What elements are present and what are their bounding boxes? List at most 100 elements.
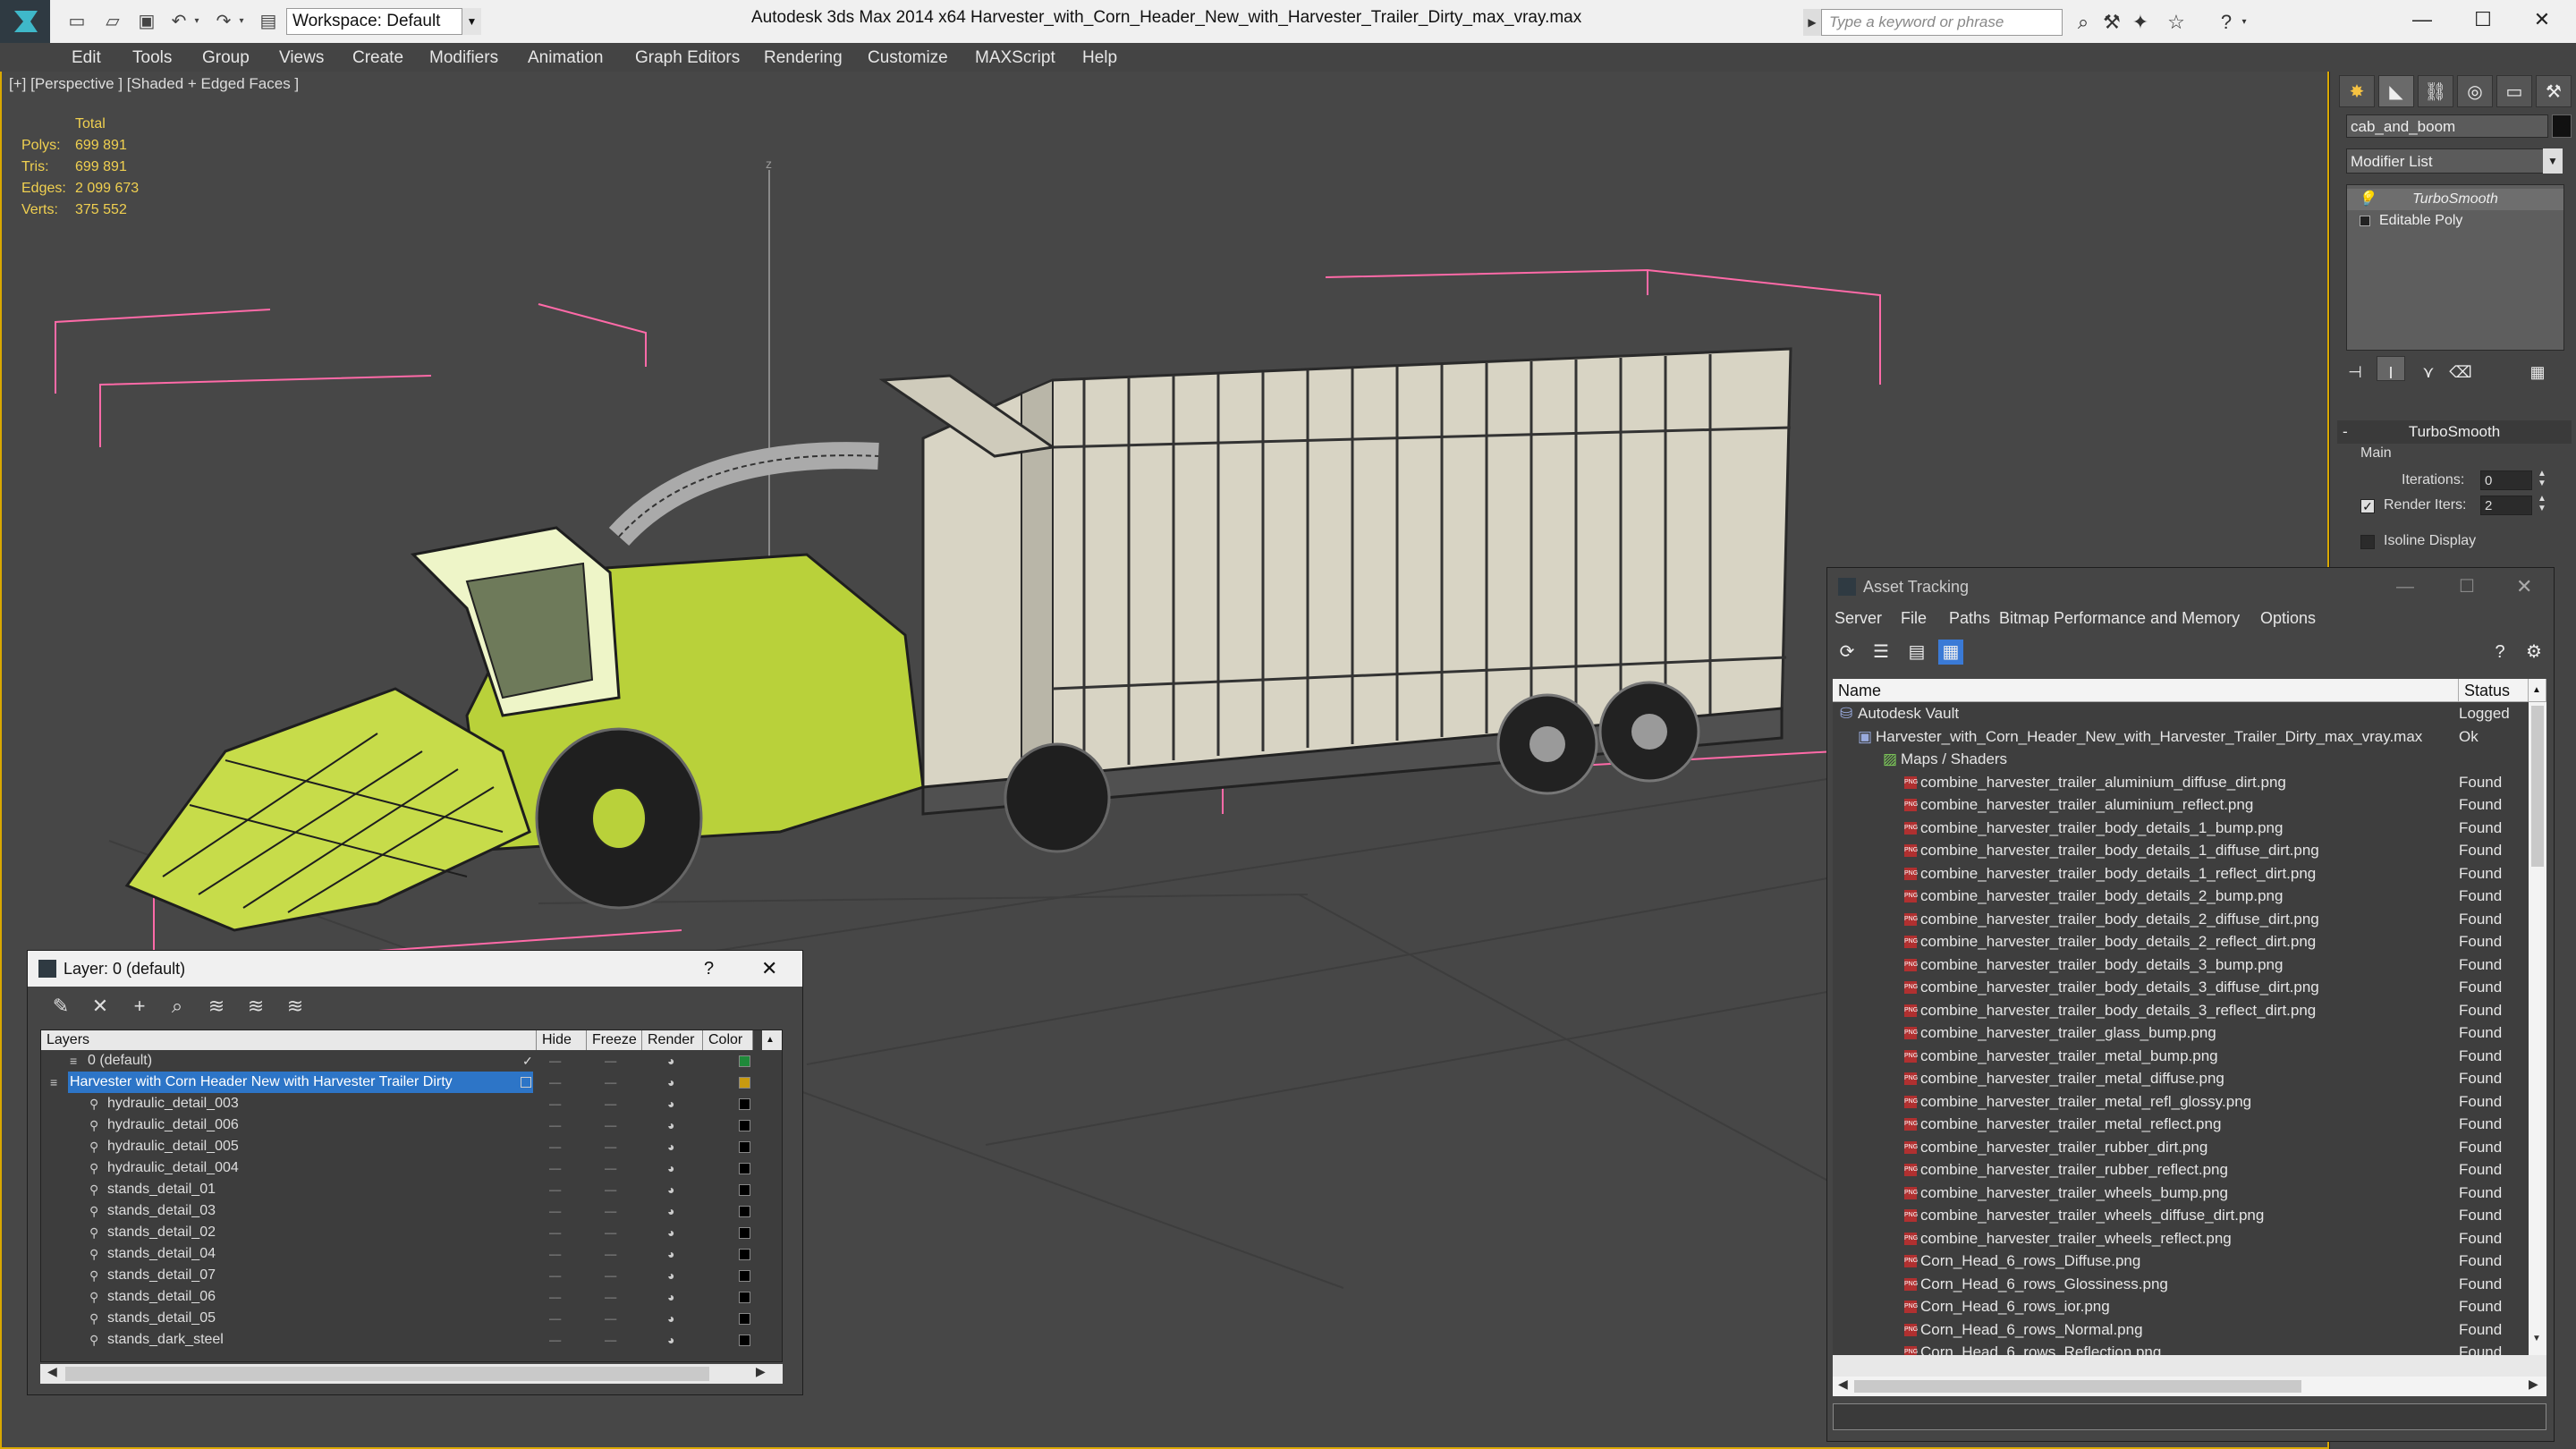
asset-row[interactable]: PNG combine_harvester_trailer_rubber_refl…: [1833, 1158, 2529, 1182]
favorites-star-icon[interactable]: ☆: [2165, 11, 2188, 34]
project-folder-icon[interactable]: ▤: [256, 9, 281, 34]
render-teapot-icon[interactable]: ◕: [667, 1157, 674, 1179]
render-teapot-icon[interactable]: ◕: [667, 1222, 674, 1243]
asset-menu-options[interactable]: Options: [2260, 609, 2316, 628]
search-input[interactable]: Type a keyword or phrase: [1821, 9, 2063, 36]
add-to-layer-icon[interactable]: +: [126, 994, 153, 1019]
app-menu-button[interactable]: [0, 0, 50, 43]
render-teapot-icon[interactable]: ◕: [667, 1136, 674, 1157]
undo-dropdown-icon[interactable]: ▾: [190, 9, 204, 34]
help-icon[interactable]: ?: [2487, 640, 2512, 665]
help-icon[interactable]: ?: [2215, 11, 2238, 34]
scroll-up-icon[interactable]: ▲: [2529, 679, 2546, 702]
asset-row[interactable]: PNG combine_harvester_trailer_rubber_dirt…: [1833, 1135, 2529, 1158]
spinner-arrows-icon[interactable]: ▲ ▼: [2538, 494, 2546, 513]
set-current-layer-icon[interactable]: [521, 1077, 531, 1088]
layer-color-swatch[interactable]: [739, 1270, 750, 1282]
chevron-right-icon[interactable]: ▶: [1803, 9, 1821, 36]
layer-name[interactable]: stands_detail_04: [107, 1243, 216, 1265]
render-teapot-icon[interactable]: ◕: [667, 1308, 674, 1329]
menu-tools[interactable]: Tools: [132, 48, 172, 68]
lightbulb-icon[interactable]: 💡: [2358, 189, 2376, 210]
asset-row[interactable]: PNG combine_harvester_trailer_body_detail…: [1833, 861, 2529, 885]
hide-toggle-icon[interactable]: ––: [549, 1286, 561, 1308]
layer-name[interactable]: 0 (default): [88, 1050, 152, 1072]
layer-name[interactable]: stands_detail_02: [107, 1222, 216, 1243]
layer-color-swatch[interactable]: [739, 1098, 750, 1110]
freeze-toggle-icon[interactable]: ––: [605, 1050, 616, 1072]
column-layers[interactable]: Layers: [41, 1030, 537, 1050]
table-view-icon[interactable]: ▦: [1938, 640, 1963, 665]
scroll-left-icon[interactable]: ◀: [1838, 1377, 1848, 1392]
column-render[interactable]: Render: [642, 1030, 703, 1050]
menu-views[interactable]: Views: [279, 48, 324, 68]
refresh-icon[interactable]: ⟳: [1835, 640, 1860, 665]
render-teapot-icon[interactable]: ◕: [667, 1329, 674, 1351]
freeze-toggle-icon[interactable]: ––: [605, 1243, 616, 1265]
freeze-toggle-icon[interactable]: ––: [605, 1222, 616, 1243]
subscription-icon[interactable]: ⚒: [2100, 11, 2123, 34]
hide-toggle-icon[interactable]: ––: [549, 1136, 561, 1157]
asset-row[interactable]: PNG combine_harvester_trailer_metal_diffu…: [1833, 1067, 2529, 1090]
create-tab-icon[interactable]: ✸: [2339, 75, 2375, 107]
hide-toggle-icon[interactable]: ––: [549, 1072, 561, 1093]
freeze-toggle-icon[interactable]: ––: [605, 1157, 616, 1179]
scroll-thumb[interactable]: [2531, 706, 2544, 867]
render-iters-spinner[interactable]: 2: [2480, 496, 2532, 515]
asset-row[interactable]: PNG combine_harvester_trailer_body_detail…: [1833, 930, 2529, 953]
undo-icon[interactable]: ↶: [166, 9, 191, 34]
render-teapot-icon[interactable]: ◕: [667, 1093, 674, 1114]
render-teapot-icon[interactable]: ◕: [667, 1265, 674, 1286]
isoline-display-checkbox[interactable]: [2360, 535, 2375, 549]
menu-graph-editors[interactable]: Graph Editors: [635, 48, 740, 68]
layer-name[interactable]: hydraulic_detail_003: [107, 1093, 239, 1114]
asset-row[interactable]: PNG combine_harvester_trailer_body_detail…: [1833, 907, 2529, 930]
render-teapot-icon[interactable]: ◕: [667, 1200, 674, 1222]
chevron-down-icon[interactable]: ▼: [462, 8, 481, 35]
close-icon[interactable]: ✕: [2516, 568, 2532, 606]
hide-toggle-icon[interactable]: ––: [549, 1114, 561, 1136]
hide-toggle-icon[interactable]: ––: [549, 1243, 561, 1265]
hide-toggle-icon[interactable]: ––: [549, 1329, 561, 1351]
asset-row[interactable]: PNG combine_harvester_trailer_body_detail…: [1833, 953, 2529, 976]
hide-toggle-icon[interactable]: ––: [549, 1179, 561, 1200]
highlight-layer-icon[interactable]: ≋: [203, 994, 230, 1019]
menu-modifiers[interactable]: Modifiers: [429, 48, 498, 68]
layer-color-swatch[interactable]: [739, 1227, 750, 1239]
asset-row[interactable]: PNG Corn_Head_6_rows_ior.png Found: [1833, 1295, 2529, 1318]
layer-color-swatch[interactable]: [739, 1206, 750, 1217]
scroll-thumb[interactable]: [65, 1367, 709, 1381]
object-name-field[interactable]: cab_and_boom: [2346, 114, 2548, 138]
asset-row[interactable]: ⛁ Autodesk Vault Logged: [1833, 702, 2529, 725]
hide-toggle-icon[interactable]: ––: [549, 1222, 561, 1243]
asset-row[interactable]: PNG Corn_Head_6_rows_Reflection.png Found: [1833, 1341, 2529, 1355]
layer-color-swatch[interactable]: [739, 1335, 750, 1346]
expand-plus-icon[interactable]: [2360, 216, 2370, 226]
stack-item-turbosmooth[interactable]: 💡 TurboSmooth: [2347, 189, 2563, 210]
freeze-toggle-icon[interactable]: ––: [605, 1136, 616, 1157]
horizontal-scrollbar[interactable]: ◀ ▶: [40, 1364, 783, 1384]
communication-icon[interactable]: ✦: [2129, 11, 2152, 34]
layer-name[interactable]: stands_detail_06: [107, 1286, 216, 1308]
hierarchy-tab-icon[interactable]: ⛓: [2418, 75, 2453, 107]
new-file-icon[interactable]: ▭: [64, 9, 89, 34]
layer-name[interactable]: stands_dark_steel: [107, 1329, 224, 1351]
asset-menu-paths[interactable]: Paths: [1949, 609, 1990, 628]
menu-help[interactable]: Help: [1082, 48, 1117, 68]
layer-color-swatch[interactable]: [739, 1055, 750, 1067]
asset-row[interactable]: PNG combine_harvester_trailer_metal_refl_…: [1833, 1089, 2529, 1113]
layer-color-swatch[interactable]: [739, 1141, 750, 1153]
layer-row[interactable]: ⚲ hydraulic_detail_006 –– –– ◕: [41, 1114, 762, 1136]
asset-row[interactable]: PNG combine_harvester_trailer_wheels_diff…: [1833, 1204, 2529, 1227]
column-name[interactable]: Name: [1833, 679, 2459, 702]
chevron-down-icon[interactable]: ▼: [2543, 148, 2563, 174]
scroll-left-icon[interactable]: ◀: [47, 1364, 57, 1379]
binoculars-icon[interactable]: ⌕: [2072, 11, 2095, 34]
hide-toggle-icon[interactable]: ––: [549, 1308, 561, 1329]
layer-row[interactable]: ⚲ stands_detail_05 –– –– ◕: [41, 1308, 762, 1329]
freeze-toggle-icon[interactable]: ––: [605, 1093, 616, 1114]
scroll-up-icon[interactable]: ▲: [762, 1030, 782, 1050]
redo-icon[interactable]: ↷: [211, 9, 236, 34]
freeze-toggle-icon[interactable]: ––: [605, 1308, 616, 1329]
asset-menu-file[interactable]: File: [1901, 609, 1927, 628]
